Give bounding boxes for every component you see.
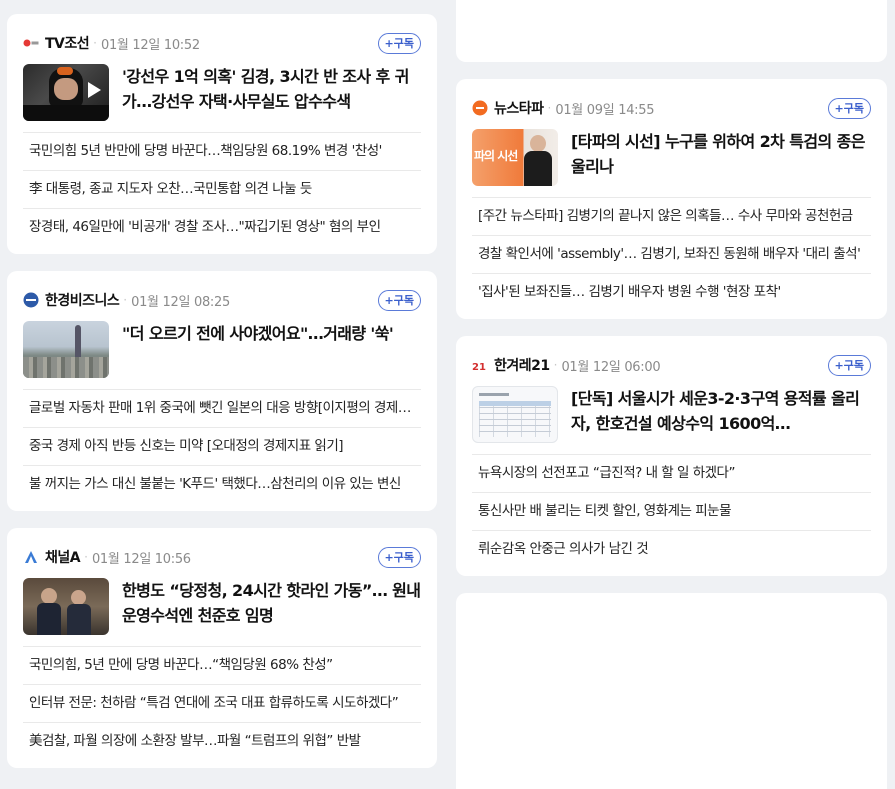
headline-item[interactable]: 경찰 확인서에 'assembly'… 김병기, 보좌진 동원해 배우자 '대리… bbox=[472, 235, 871, 273]
news-card-newstapa: 뉴스타파 · 01월 09일 14:55 +구독 파의 시선 [타파의 시선] … bbox=[456, 79, 887, 319]
headline-item[interactable]: 李 대통령, 종교 지도자 오찬…국민통합 의견 나눌 듯 bbox=[23, 170, 421, 208]
news-card-partial-top bbox=[456, 0, 887, 62]
publisher-name[interactable]: 한경비즈니스 bbox=[45, 290, 120, 310]
play-icon bbox=[88, 82, 101, 98]
hankyung-business-logo-icon[interactable] bbox=[23, 292, 39, 308]
svg-text:21: 21 bbox=[472, 362, 486, 372]
separator-dot: · bbox=[93, 36, 97, 50]
separator-dot: · bbox=[547, 101, 552, 115]
headline-item[interactable]: 인터뷰 전문: 천하람 “특검 연대에 조국 대표 합류하도록 시도하겠다” bbox=[23, 684, 421, 722]
headline-list: 글로벌 자동차 판매 1위 중국에 뺏긴 일본의 대응 방향[이지평의 경제돋보… bbox=[23, 389, 421, 503]
story-thumbnail[interactable] bbox=[23, 321, 109, 378]
main-story[interactable]: 한병도 “당정청, 24시간 핫라인 가동”… 원내운영수석엔 천준호 임명 bbox=[23, 578, 421, 635]
news-card-hankyoreh21: 21 한겨레21 · 01월 12일 06:00 +구독 [단독] 서울시가 세… bbox=[456, 336, 887, 576]
news-card-partial-bottom bbox=[456, 593, 887, 789]
separator-dot: · bbox=[553, 358, 558, 372]
publish-date: 01월 12일 06:00 bbox=[561, 359, 661, 375]
publish-date: 01월 12일 10:52 bbox=[100, 37, 200, 53]
newstapa-logo-icon[interactable] bbox=[472, 100, 488, 116]
story-thumbnail[interactable] bbox=[472, 386, 558, 443]
news-card-hankyung-business: 한경비즈니스 · 01월 12일 08:25 +구독 "더 오르기 전에 사야겠… bbox=[7, 271, 437, 511]
main-story-title[interactable]: "더 오르기 전에 사야겠어요"…거래량 '쑥' bbox=[122, 321, 393, 371]
thumbnail-caption: 파의 시선 bbox=[474, 149, 518, 163]
story-thumbnail[interactable] bbox=[23, 578, 109, 635]
subscribe-button[interactable]: +구독 bbox=[377, 546, 421, 568]
publisher-name[interactable]: 채널A bbox=[45, 547, 81, 567]
card-header: 21 한겨레21 · 01월 12일 06:00 +구독 bbox=[472, 354, 871, 376]
headline-item[interactable]: '집사'된 보좌진들… 김병기 배우자 병원 수행 '현장 포착' bbox=[472, 273, 871, 311]
news-card-tvchosun: TV조선 · 01월 12일 10:52 +구독 '강선우 1억 의혹' 김경,… bbox=[7, 14, 437, 254]
headline-item[interactable]: 뉴욕시장의 선전포고 “급진적? 내 할 일 하겠다” bbox=[472, 454, 871, 492]
headline-list: [주간 뉴스타파] 김병기의 끝나지 않은 의혹들… 수사 무마와 공천헌금 경… bbox=[472, 197, 871, 311]
publish-date: 01월 09일 14:55 bbox=[555, 102, 655, 118]
card-header: 한경비즈니스 · 01월 12일 08:25 +구독 bbox=[23, 289, 421, 311]
subscribe-button[interactable]: +구독 bbox=[827, 354, 871, 376]
main-story-title[interactable]: [타파의 시선] 누구를 위하여 2차 특검의 종은 울리나 bbox=[571, 129, 871, 179]
story-thumbnail[interactable] bbox=[23, 64, 109, 121]
tvchosun-logo-icon[interactable] bbox=[23, 35, 39, 51]
publisher-name[interactable]: 한겨레21 bbox=[494, 355, 550, 375]
card-header: 뉴스타파 · 01월 09일 14:55 +구독 bbox=[472, 97, 871, 119]
headline-item[interactable]: 美검찰, 파월 의장에 소환장 발부…파월 “트럼프의 위협” 반발 bbox=[23, 722, 421, 760]
hankyoreh21-logo-icon[interactable]: 21 bbox=[472, 357, 488, 373]
publish-date: 01월 12일 08:25 bbox=[131, 294, 230, 310]
headline-item[interactable]: 뤼순감옥 안중근 의사가 남긴 것 bbox=[472, 530, 871, 568]
main-story-title[interactable]: [단독] 서울시가 세운3-2·3구역 용적률 올리자, 한호건설 예상수익 1… bbox=[571, 386, 871, 436]
subscribe-button[interactable]: +구독 bbox=[377, 289, 421, 311]
publisher-name[interactable]: 뉴스타파 bbox=[494, 98, 544, 118]
separator-dot: · bbox=[84, 550, 88, 564]
headline-list: 뉴욕시장의 선전포고 “급진적? 내 할 일 하겠다” 통신사만 배 불리는 티… bbox=[472, 454, 871, 568]
headline-list: 국민의힘 5년 반만에 당명 바꾼다…책임당원 68.19% 변경 '찬성' 李… bbox=[23, 132, 421, 246]
subscribe-button[interactable]: +구독 bbox=[377, 32, 421, 54]
card-header: 채널A · 01월 12일 10:56 +구독 bbox=[23, 546, 421, 568]
main-story[interactable]: 파의 시선 [타파의 시선] 누구를 위하여 2차 특검의 종은 울리나 bbox=[472, 129, 871, 186]
channel-a-logo-icon[interactable] bbox=[23, 549, 39, 565]
headline-item[interactable]: 장경태, 46일만에 '비공개' 경찰 조사…"짜깁기된 영상" 혐의 부인 bbox=[23, 208, 421, 246]
publisher-name[interactable]: TV조선 bbox=[45, 33, 90, 53]
headline-item[interactable]: 중국 경제 아직 반등 신호는 미약 [오대정의 경제지표 읽기] bbox=[23, 427, 421, 465]
headline-list: 국민의힘, 5년 만에 당명 바꾼다…“책임당원 68% 찬성” 인터뷰 전문:… bbox=[23, 646, 421, 760]
main-story-title[interactable]: 한병도 “당정청, 24시간 핫라인 가동”… 원내운영수석엔 천준호 임명 bbox=[122, 578, 421, 628]
headline-item[interactable]: [주간 뉴스타파] 김병기의 끝나지 않은 의혹들… 수사 무마와 공천헌금 bbox=[472, 197, 871, 235]
news-card-channel-a: 채널A · 01월 12일 10:56 +구독 한병도 “당정청, 24시간 핫… bbox=[7, 528, 437, 768]
headline-item[interactable]: 국민의힘 5년 반만에 당명 바꾼다…책임당원 68.19% 변경 '찬성' bbox=[23, 132, 421, 170]
separator-dot: · bbox=[123, 293, 128, 307]
main-story[interactable]: '강선우 1억 의혹' 김경, 3시간 반 조사 후 귀가…강선우 자택·사무실… bbox=[23, 64, 421, 121]
publish-date: 01월 12일 10:56 bbox=[91, 551, 191, 567]
card-header: TV조선 · 01월 12일 10:52 +구독 bbox=[23, 32, 421, 54]
headline-item[interactable]: 국민의힘, 5년 만에 당명 바꾼다…“책임당원 68% 찬성” bbox=[23, 646, 421, 684]
main-story[interactable]: "더 오르기 전에 사야겠어요"…거래량 '쑥' bbox=[23, 321, 421, 378]
main-story-title[interactable]: '강선우 1억 의혹' 김경, 3시간 반 조사 후 귀가…강선우 자택·사무실… bbox=[122, 64, 421, 114]
headline-item[interactable]: 글로벌 자동차 판매 1위 중국에 뺏긴 일본의 대응 방향[이지평의 경제돋보… bbox=[23, 389, 421, 427]
main-story[interactable]: [단독] 서울시가 세운3-2·3구역 용적률 올리자, 한호건설 예상수익 1… bbox=[472, 386, 871, 443]
headline-item[interactable]: 통신사만 배 불리는 티켓 할인, 영화계는 피눈물 bbox=[472, 492, 871, 530]
headline-item[interactable]: 불 꺼지는 가스 대신 불붙는 'K푸드' 택했다…삼천리의 이유 있는 변신 bbox=[23, 465, 421, 503]
subscribe-button[interactable]: +구독 bbox=[827, 97, 871, 119]
story-thumbnail[interactable]: 파의 시선 bbox=[472, 129, 558, 186]
